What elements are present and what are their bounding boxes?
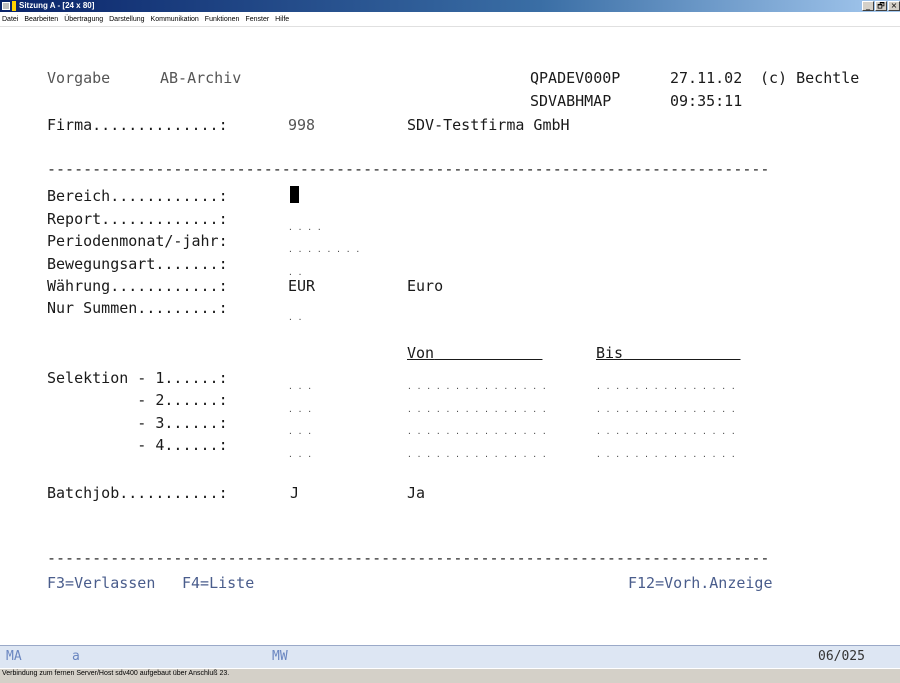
summen-input[interactable]: . . <box>288 314 302 322</box>
selektion-2-bis[interactable]: . . . . . . . . . . . . . . . <box>596 406 736 414</box>
selektion-1-label: Selektion - 1......: <box>47 369 228 387</box>
status-a: a <box>72 649 80 664</box>
status-mw: MW <box>272 649 288 664</box>
screen-time: 09:35:11 <box>670 92 743 110</box>
connection-bar: Verbindung zum fernen Server/Host sdv400… <box>0 668 900 683</box>
selektion-2-input[interactable]: . . . <box>288 406 312 414</box>
bewegungsart-input[interactable]: . . <box>288 269 302 277</box>
menu-uebertragung[interactable]: Übertragung <box>64 16 103 23</box>
selektion-4-von[interactable]: . . . . . . . . . . . . . . . <box>407 451 547 459</box>
summen-label: Nur Summen.........: <box>47 299 228 317</box>
selektion-4-input[interactable]: . . . <box>288 451 312 459</box>
batchjob-description: Ja <box>407 484 426 502</box>
menu-datei[interactable]: Datei <box>2 16 18 23</box>
batchjob-label: Batchjob...........: <box>47 484 228 502</box>
f3-key[interactable]: F3=Verlassen <box>47 574 155 592</box>
report-input[interactable]: . . . . <box>288 224 322 232</box>
firma-name: SDV-Testfirma GmbH <box>407 116 570 134</box>
menu-bearbeiten[interactable]: Bearbeiten <box>24 16 58 23</box>
bereich-input-cursor[interactable] <box>290 186 299 203</box>
waehrung-description: Euro <box>407 277 444 295</box>
selektion-4-bis[interactable]: . . . . . . . . . . . . . . . <box>596 451 736 459</box>
bewegungsart-label: Bewegungsart.......: <box>47 255 228 273</box>
oia-statusbar: MA a MW 06/025 <box>0 645 900 668</box>
separator-bottom: ----------------------------------------… <box>47 549 770 567</box>
menu-fenster[interactable]: Fenster <box>245 16 269 23</box>
program-name: QPADEV000P <box>530 69 621 87</box>
selektion-4-label: - 4......: <box>47 436 228 454</box>
menubar: Datei Bearbeiten Übertragung Darstellung… <box>0 12 900 27</box>
selektion-3-label: - 3......: <box>47 414 228 432</box>
periode-input[interactable]: . . . . . . . . <box>288 246 360 254</box>
vorgabe-label: Vorgabe <box>47 69 111 87</box>
selektion-3-input[interactable]: . . . <box>288 428 312 436</box>
restore-button[interactable]: 🗗 <box>875 1 887 11</box>
von-header: Von <box>407 344 435 362</box>
cursor-position: 06/025 <box>818 649 865 664</box>
menu-kommunikation[interactable]: Kommunikation <box>151 16 199 23</box>
terminal-screen[interactable]: Vorgabe AB-Archiv QPADEV000P 27.11.02 (c… <box>0 27 900 642</box>
window-titlebar: Sitzung A - [24 x 80] _ 🗗 × <box>0 0 900 12</box>
connection-text: Verbindung zum fernen Server/Host sdv400… <box>2 670 230 677</box>
selektion-3-von[interactable]: . . . . . . . . . . . . . . . <box>407 428 547 436</box>
menu-darstellung[interactable]: Darstellung <box>109 16 144 23</box>
close-button[interactable]: × <box>888 1 900 11</box>
app-icon[interactable] <box>2 2 10 10</box>
selektion-2-von[interactable]: . . . . . . . . . . . . . . . <box>407 406 547 414</box>
firma-number: 998 <box>288 116 316 134</box>
selektion-3-bis[interactable]: . . . . . . . . . . . . . . . <box>596 428 736 436</box>
firma-label: Firma..............: <box>47 116 228 134</box>
report-label: Report.............: <box>47 210 228 228</box>
minimize-button[interactable]: _ <box>862 1 874 11</box>
status-ma: MA <box>6 649 22 664</box>
selektion-1-input[interactable]: . . . <box>288 383 312 391</box>
window-title: Sitzung A - [24 x 80] <box>19 1 95 10</box>
map-name: SDVABHMAP <box>530 92 612 110</box>
selektion-1-bis[interactable]: . . . . . . . . . . . . . . . <box>596 383 736 391</box>
periode-label: Periodenmonat/-jahr: <box>47 232 228 250</box>
selektion-1-von[interactable]: . . . . . . . . . . . . . . . <box>407 383 547 391</box>
selektion-2-label: - 2......: <box>47 391 228 409</box>
f12-key[interactable]: F12=Vorh.Anzeige <box>628 574 773 592</box>
menu-hilfe[interactable]: Hilfe <box>275 16 289 23</box>
screen-date: 27.11.02 <box>670 69 743 87</box>
archiv-label: AB-Archiv <box>160 69 242 87</box>
copyright-text: (c) Bechtle <box>760 69 860 87</box>
warning-icon <box>12 1 16 11</box>
bereich-label: Bereich............: <box>47 187 228 205</box>
waehrung-label: Währung............: <box>47 277 228 295</box>
batchjob-input[interactable]: J <box>290 484 299 502</box>
f4-key[interactable]: F4=Liste <box>182 574 254 592</box>
separator-top: ----------------------------------------… <box>47 160 770 178</box>
bis-header: Bis <box>596 344 624 362</box>
waehrung-input[interactable]: EUR <box>288 277 315 295</box>
menu-funktionen[interactable]: Funktionen <box>205 16 240 23</box>
